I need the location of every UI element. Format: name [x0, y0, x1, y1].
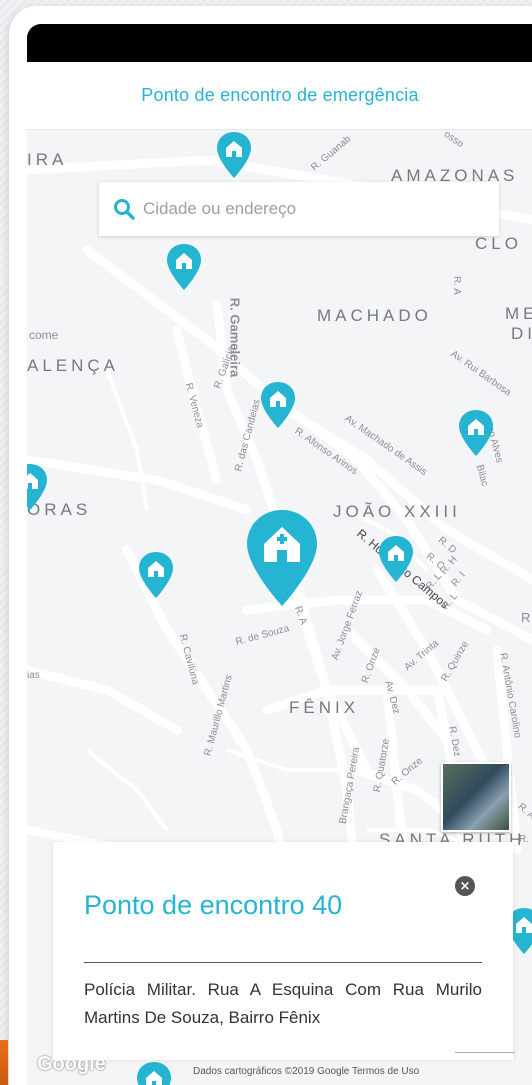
- meeting-point-pin[interactable]: [137, 1062, 171, 1085]
- district-label: JOÃO XXIII: [333, 502, 461, 521]
- edge-accent: [0, 1040, 8, 1085]
- search-input[interactable]: [143, 199, 473, 219]
- page-title: Ponto de encontro de emergência: [27, 62, 532, 130]
- street-label: R. A: [450, 276, 462, 295]
- meeting-point-pin[interactable]: [261, 382, 295, 428]
- map-attribution[interactable]: Dados cartográficos ©2019 Google Termos …: [193, 1066, 419, 1077]
- meeting-point-info-card: Ponto de encontro 40 × Polícia Militar. …: [53, 842, 515, 1060]
- close-icon[interactable]: ×: [455, 876, 475, 896]
- search-bar[interactable]: [99, 182, 499, 236]
- street-label: R.: [519, 834, 529, 845]
- district-label: IRA: [27, 150, 68, 169]
- divider: [84, 962, 482, 963]
- search-icon: [114, 199, 135, 220]
- meeting-point-pin[interactable]: [217, 132, 251, 178]
- street-label: come: [29, 328, 59, 342]
- street-label: ias: [27, 670, 40, 681]
- meeting-point-pin[interactable]: [27, 464, 47, 510]
- satellite-view-toggle[interactable]: [441, 762, 511, 832]
- district-label: FÊNIX: [289, 698, 360, 717]
- info-card-title: Ponto de encontro 40: [84, 890, 343, 920]
- meeting-point-pin[interactable]: [459, 410, 493, 456]
- selected-meeting-point-pin[interactable]: [247, 510, 317, 606]
- phone-frame: Ponto de encontro de emergência IRA AMAZ…: [8, 6, 532, 1085]
- status-bar: [27, 24, 532, 62]
- meeting-point-pin[interactable]: [379, 536, 413, 582]
- district-label: MACHADO: [317, 306, 432, 325]
- street-label: R: [521, 610, 531, 625]
- meeting-point-pin[interactable]: [167, 244, 201, 290]
- info-card-description: Polícia Militar. Rua A Esquina Com Rua M…: [84, 980, 482, 1027]
- district-label: DI: [511, 324, 532, 343]
- district-label: ME: [505, 304, 532, 323]
- divider: [455, 1052, 515, 1053]
- district-label: CLO: [475, 234, 522, 253]
- meeting-point-pin[interactable]: [139, 552, 173, 598]
- district-label: ALENÇA: [27, 356, 120, 375]
